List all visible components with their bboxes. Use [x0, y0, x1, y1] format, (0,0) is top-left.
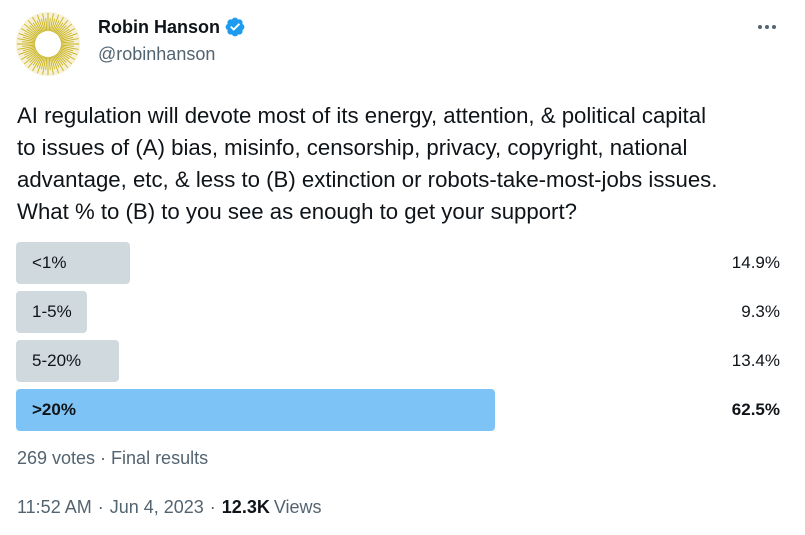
verified-badge-icon[interactable] — [224, 16, 246, 38]
poll-option-label: <1% — [32, 253, 67, 272]
poll-option: <1% 14.9% — [16, 242, 782, 284]
poll-option-bar — [16, 389, 495, 431]
meta-separator: · — [209, 497, 216, 517]
sun-avatar-image — [16, 12, 80, 76]
views-count: 12.3K — [221, 497, 270, 517]
poll-option: 5-20% 13.4% — [16, 340, 782, 382]
poll-summary: 269 votes · Final results — [17, 448, 209, 468]
poll-option-label: 1-5% — [32, 302, 72, 321]
tweet-card: Robin Hanson @robinhanson AI regulation … — [0, 0, 805, 535]
poll-option-percent: 13.4% — [731, 351, 780, 370]
poll-option-percent: 9.3% — [741, 302, 780, 321]
meta-separator: · — [97, 497, 104, 517]
author-name-row: Robin Hanson — [98, 14, 246, 40]
poll-option-label: 5-20% — [32, 351, 82, 370]
author-handle[interactable]: @robinhanson — [98, 44, 215, 65]
poll-option-label: >20% — [32, 400, 76, 419]
poll-option: 1-5% 9.3% — [16, 291, 782, 333]
author-display-name[interactable]: Robin Hanson — [98, 17, 220, 38]
tweet-text: AI regulation will devote most of its en… — [17, 103, 718, 224]
tweet-time[interactable]: 11:52 AM — [17, 497, 92, 518]
poll-option: >20% 62.5% — [16, 389, 782, 431]
avatar[interactable] — [16, 12, 80, 76]
more-options-icon[interactable] — [752, 14, 782, 40]
poll-option-percent: 62.5% — [731, 400, 780, 419]
tweet-date[interactable]: Jun 4, 2023 — [110, 497, 204, 518]
poll-option-percent: 14.9% — [731, 253, 780, 272]
poll: <1% 14.9% 1-5% 9.3% 5-20% 13.4% >20% 62.… — [16, 242, 782, 438]
views-label: Views — [273, 497, 322, 517]
tweet-meta: 11:52 AM · Jun 4, 2023 · 12.3K Views — [17, 497, 322, 518]
